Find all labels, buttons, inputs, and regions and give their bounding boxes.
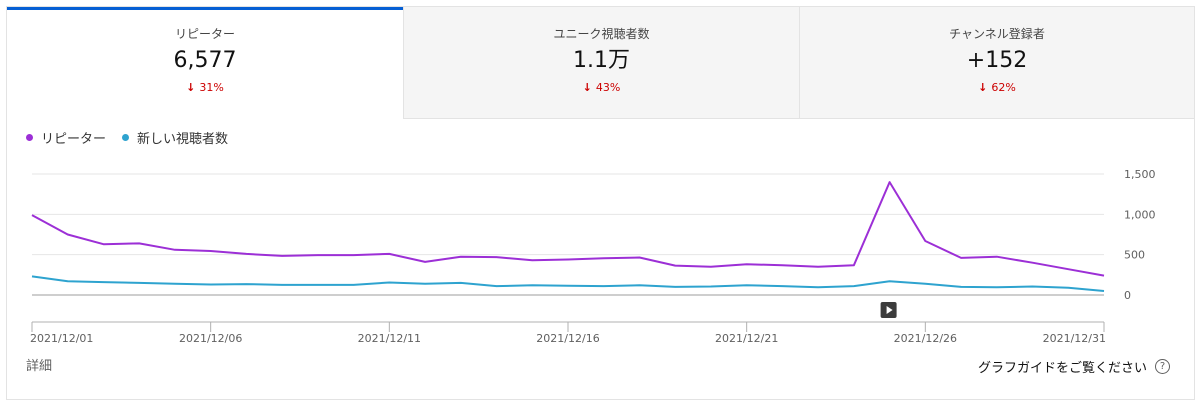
- chart-guide-label: グラフガイドをご覧ください: [977, 361, 1147, 376]
- series-line-repeat-viewers: [31, 181, 1105, 277]
- line-chart: 1,500 1,000 500 0 2021/12/01 2021/12/06 2021/1…: [30, 168, 1156, 345]
- x-tick-label: 2021/12/31: [1043, 332, 1106, 345]
- x-tick-label: 2021/12/21: [715, 332, 778, 345]
- series-line-new-viewers: [31, 275, 1105, 292]
- x-tick-label: 2021/12/16: [536, 332, 599, 345]
- x-tick-label: 2021/12/06: [179, 332, 242, 345]
- y-tick-label: 500: [1124, 249, 1145, 262]
- x-tick-label: 2021/12/01: [30, 332, 93, 345]
- y-tick-label: 1,500: [1124, 168, 1156, 181]
- x-tick-label: 2021/12/26: [894, 332, 957, 345]
- details-link[interactable]: 詳細: [26, 355, 52, 374]
- chart-guide-link[interactable]: グラフガイドをご覧ください ?: [978, 357, 1170, 376]
- help-icon: ?: [1155, 359, 1170, 374]
- y-tick-label: 0: [1124, 289, 1131, 302]
- y-tick-label: 1,000: [1124, 208, 1156, 221]
- x-tick-label: 2021/12/11: [358, 332, 421, 345]
